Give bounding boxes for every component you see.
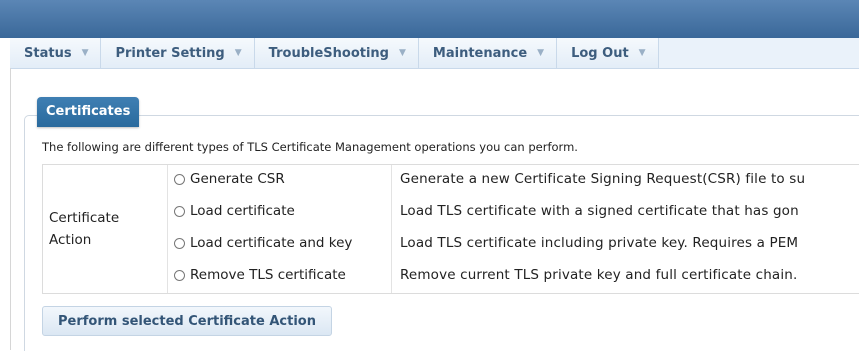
top-header-bar <box>0 0 859 38</box>
radio-circle-icon[interactable] <box>174 173 185 185</box>
option-description: Load TLS certificate with a signed certi… <box>400 203 799 219</box>
nav-printer-setting[interactable]: Printer Setting ▼ <box>101 38 255 68</box>
nav-status[interactable]: Status ▼ <box>10 38 102 68</box>
chevron-down-icon: ▼ <box>81 48 89 58</box>
option-label: Load certificate and key <box>190 235 353 251</box>
option-row: Generate CSR Generate a new Certificate … <box>43 165 859 197</box>
radio-load-certificate[interactable]: Load certificate <box>174 203 295 219</box>
radio-circle-icon[interactable] <box>174 237 185 249</box>
option-label: Remove TLS certificate <box>190 267 346 283</box>
nav-log-out-label: Log Out <box>571 45 629 61</box>
option-description: Remove current TLS private key and full … <box>400 267 798 283</box>
nav-troubleshooting-label: TroubleShooting <box>268 45 389 61</box>
nav-log-out[interactable]: Log Out ▼ <box>557 38 659 68</box>
radio-generate-csr[interactable]: Generate CSR <box>174 171 285 187</box>
perform-certificate-action-button[interactable]: Perform selected Certificate Action <box>42 306 332 336</box>
radio-circle-icon[interactable] <box>174 269 185 281</box>
panel-title: Certificates <box>37 97 140 127</box>
nav-troubleshooting[interactable]: TroubleShooting ▼ <box>254 38 419 68</box>
chevron-down-icon: ▼ <box>537 48 545 58</box>
nav-maintenance[interactable]: Maintenance ▼ <box>418 38 558 68</box>
option-label: Generate CSR <box>190 171 285 187</box>
option-row: Remove TLS certificate Remove current TL… <box>43 261 859 293</box>
nav-status-label: Status <box>24 45 72 61</box>
option-description: Generate a new Certificate Signing Reque… <box>400 171 806 187</box>
radio-load-certificate-and-key[interactable]: Load certificate and key <box>174 235 352 251</box>
chevron-down-icon: ▼ <box>398 48 406 58</box>
certificate-action-table: Certificate Action Generate CSR Generate… <box>42 164 859 294</box>
nav-printer-setting-label: Printer Setting <box>115 45 225 61</box>
chevron-down-icon: ▼ <box>638 48 646 58</box>
radio-circle-icon[interactable] <box>174 205 185 217</box>
option-row: Load certificate Load TLS certificate wi… <box>43 197 859 229</box>
option-description: Load TLS certificate including private k… <box>400 235 799 251</box>
chevron-down-icon: ▼ <box>234 48 242 58</box>
main-nav: Status ▼ Printer Setting ▼ TroubleShooti… <box>10 38 859 69</box>
option-row: Load certificate and key Load TLS certif… <box>43 229 859 261</box>
intro-text: The following are different types of TLS… <box>42 140 578 154</box>
option-label: Load certificate <box>190 203 295 219</box>
radio-remove-tls-certificate[interactable]: Remove TLS certificate <box>174 267 346 283</box>
nav-maintenance-label: Maintenance <box>432 45 528 61</box>
